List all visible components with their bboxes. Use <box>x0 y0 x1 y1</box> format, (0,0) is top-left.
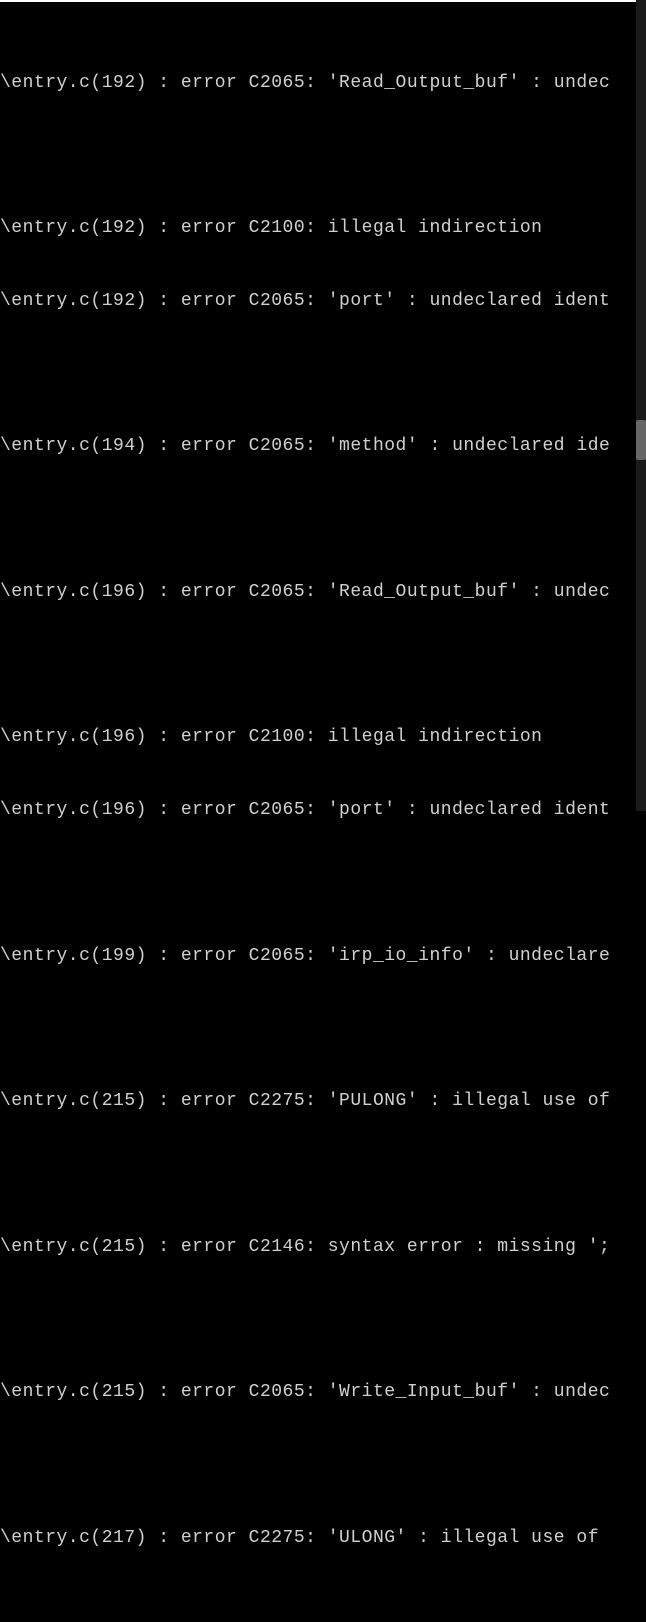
error-line: \entry.c(192) : error C2065: 'Read_Outpu… <box>0 71 646 95</box>
line-gap <box>0 1453 646 1477</box>
scrollbar-thumb[interactable] <box>636 420 646 460</box>
line-gap <box>0 1017 646 1041</box>
line-gap <box>0 362 646 386</box>
line-gap <box>0 1308 646 1332</box>
error-line: \entry.c(215) : error C2146: syntax erro… <box>0 1235 646 1259</box>
scrollbar-track[interactable] <box>636 0 646 811</box>
error-line: \entry.c(217) : error C2275: 'ULONG' : i… <box>0 1526 646 1550</box>
error-line: \entry.c(192) : error C2065: 'port' : un… <box>0 289 646 313</box>
error-line: \entry.c(196) : error C2065: 'Read_Outpu… <box>0 580 646 604</box>
error-line: \entry.c(215) : error C2275: 'PULONG' : … <box>0 1089 646 1113</box>
line-gap <box>0 653 646 677</box>
line-gap <box>0 871 646 895</box>
error-line: \entry.c(194) : error C2065: 'method' : … <box>0 434 646 458</box>
window-top-border <box>0 0 646 2</box>
line-gap <box>0 507 646 531</box>
line-gap <box>0 143 646 167</box>
error-line: \entry.c(215) : error C2065: 'Write_Inpu… <box>0 1380 646 1404</box>
error-line: \entry.c(192) : error C2100: illegal ind… <box>0 216 646 240</box>
line-gap <box>0 1162 646 1186</box>
error-line: \entry.c(196) : error C2100: illegal ind… <box>0 725 646 749</box>
error-line: \entry.c(196) : error C2065: 'port' : un… <box>0 798 646 822</box>
line-gap <box>0 1599 646 1622</box>
terminal-output: \entry.c(192) : error C2065: 'Read_Outpu… <box>0 22 646 1622</box>
error-line: \entry.c(199) : error C2065: 'irp_io_inf… <box>0 944 646 968</box>
